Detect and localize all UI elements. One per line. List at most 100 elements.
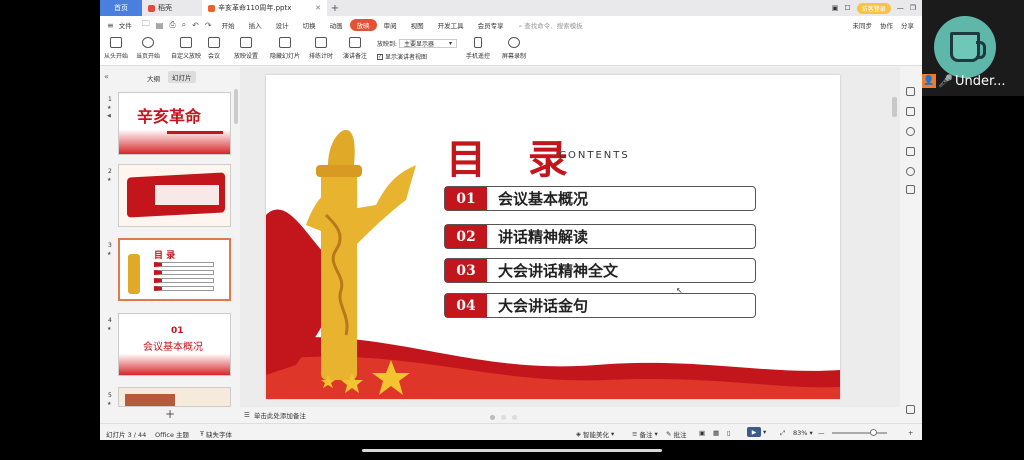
command-search[interactable]: ⌕ 查找命令、搜索模板 <box>519 20 583 31</box>
expand-pane-icon[interactable] <box>906 405 915 414</box>
thumb3-row <box>154 286 214 291</box>
sidebar-settings-icon[interactable] <box>906 185 915 194</box>
presenter-view-option[interactable]: ✓ 显示演讲者视图 <box>377 52 427 61</box>
canvas-scrollbar[interactable] <box>892 97 897 117</box>
comments-label: 批注 <box>673 431 687 439</box>
notes-icon <box>349 37 361 48</box>
undo-icon[interactable]: ↶ <box>189 21 202 30</box>
menu-transition[interactable]: 切换 <box>296 20 323 30</box>
display-value: 主要显示器 <box>404 41 435 48</box>
menu-file[interactable]: 文件 <box>117 20 139 30</box>
speaker-notes-button[interactable]: 演讲备注 <box>343 37 367 60</box>
from-current-button[interactable]: 当页开始 <box>136 37 160 60</box>
copy-icon[interactable] <box>906 147 915 156</box>
notes-toggle-button[interactable]: ≡ 备注 ▾ <box>632 429 658 439</box>
sync-status[interactable]: 未同步 <box>853 20 873 30</box>
redo-icon[interactable]: ↷ <box>202 21 215 30</box>
missing-font-button[interactable]: Ŧ 缺失字体 <box>200 429 232 439</box>
sorter-view-icon[interactable]: ▦ <box>713 429 719 437</box>
smart-beautify-button[interactable]: ◈ 智能美化 ▾ <box>576 429 614 439</box>
share-button[interactable]: 分享 <box>901 20 914 30</box>
tab-home[interactable]: 首页 <box>100 0 142 16</box>
page-dot <box>490 415 495 420</box>
chevron-down-icon: ▾ <box>654 430 658 438</box>
thumb3-pillar <box>128 254 140 294</box>
menu-start[interactable]: 开始 <box>215 20 242 30</box>
thumbnail-scrollbar[interactable] <box>234 89 238 124</box>
notification-icon[interactable]: ☐ <box>844 4 850 12</box>
help-icon[interactable] <box>906 167 915 176</box>
design-icon[interactable] <box>906 87 915 96</box>
add-slide-button[interactable]: + <box>165 407 175 421</box>
slide-thumbnail-3-selected[interactable]: 目 录 <box>118 238 231 301</box>
from-current-label: 当页开始 <box>136 53 161 60</box>
login-button[interactable]: 访客登录 <box>856 2 891 14</box>
menu-developer[interactable]: 开发工具 <box>431 20 471 30</box>
menu-insert[interactable]: 插入 <box>242 20 269 30</box>
rehearse-timing-button[interactable]: 排练计时 <box>309 37 333 60</box>
collapse-pane-icon[interactable]: « <box>104 72 109 81</box>
tab-outline[interactable]: 大纲 <box>147 73 160 83</box>
meeting-button[interactable]: 会议 <box>208 37 220 60</box>
tab-document[interactable]: 辛亥革命110周年.pptx ✕ <box>202 0 327 16</box>
save-icon[interactable]: ▤ <box>153 21 167 30</box>
zoom-knob[interactable] <box>870 429 877 436</box>
workspace-icon[interactable]: ▣ <box>832 4 839 12</box>
toc-text: 会议基本概况 <box>498 190 589 208</box>
menu-review[interactable]: 审阅 <box>377 20 404 30</box>
reading-view-icon[interactable]: ▯ <box>727 429 731 437</box>
tab-daoke[interactable]: 稻壳 <box>142 0 202 16</box>
display-select[interactable]: 主要显示器 ▾ <box>399 39 458 48</box>
restore-icon[interactable]: ❐ <box>910 4 916 12</box>
normal-view-icon[interactable]: ▣ <box>699 429 705 437</box>
animation-pin-icon[interactable] <box>906 127 915 136</box>
theme-name[interactable]: Office 主题 <box>155 429 189 439</box>
preview-icon[interactable]: ⌕ <box>179 20 189 30</box>
menu-design[interactable]: 设计 <box>269 20 296 30</box>
menu-member[interactable]: 会员专享 <box>471 20 511 30</box>
zoom-value[interactable]: 83% ▾ <box>793 429 813 437</box>
current-slide[interactable]: 目 录 CONTENTS 01 会议基本概况 02 讲话精神解读 03 大会讲话… <box>266 75 840 399</box>
notes-icon: ≡ <box>632 430 638 438</box>
tab-slides[interactable]: 幻灯片 <box>168 71 196 83</box>
slide-thumbnail-1[interactable]: 辛亥革命 <box>118 92 231 155</box>
close-tab-icon[interactable]: ✕ <box>315 4 321 12</box>
menu-view[interactable]: 视图 <box>404 20 431 30</box>
slide-thumbnail-4[interactable]: 01 会议基本概况 <box>118 313 231 376</box>
from-beginning-button[interactable]: 从头开始 <box>104 37 128 60</box>
command-search-placeholder: 查找命令、搜索模板 <box>524 21 583 30</box>
slide-thumbnail-5[interactable] <box>118 387 231 407</box>
zoom-slider[interactable] <box>832 429 887 436</box>
hide-slide-button[interactable]: 隐藏幻灯片 <box>270 37 300 60</box>
screen-record-button[interactable]: 屏幕录制 <box>502 37 526 60</box>
thumb5-image <box>125 394 175 406</box>
notes-drag-icon[interactable]: ☰ <box>244 411 250 419</box>
video-meeting-tile[interactable]: 👤 🎤 Under... <box>922 0 1024 96</box>
play-slideshow-button[interactable]: ▶ ▾ <box>747 427 766 437</box>
rehearse-timing-label: 排练计时 <box>309 53 334 60</box>
zoom-out-icon[interactable]: — <box>818 429 825 437</box>
presenter-view-checkbox[interactable]: ✓ <box>377 53 383 60</box>
properties-icon[interactable] <box>906 107 915 116</box>
custom-show-button[interactable]: 自定义放映 <box>171 37 201 60</box>
slide-thumbnail-2[interactable] <box>118 164 231 227</box>
collaborate-button[interactable]: 协作 <box>880 20 893 30</box>
phone-remote-button[interactable]: 手机遥控 <box>466 37 490 60</box>
chevron-down-icon: ▾ <box>763 428 767 436</box>
new-tab-button[interactable]: + <box>327 3 343 14</box>
hamburger-icon[interactable]: ≡ <box>104 21 117 30</box>
print-icon[interactable]: ⎙ <box>166 20 178 30</box>
notes-bar[interactable]: ☰ 单击此处添加备注 <box>240 407 900 423</box>
screen-record-label: 屏幕录制 <box>502 53 527 60</box>
open-icon[interactable]: 🗀 <box>139 18 153 32</box>
toc-text: 大会讲话金句 <box>498 297 589 315</box>
menu-slideshow[interactable]: 放映 <box>349 19 377 31</box>
minimize-icon[interactable]: — <box>897 4 904 12</box>
menu-animation[interactable]: 动画 <box>323 20 350 30</box>
slideshow-settings-button[interactable]: 放映设置 <box>234 37 258 60</box>
comments-button[interactable]: ✎ 批注 <box>666 429 686 439</box>
home-indicator[interactable] <box>362 449 662 452</box>
missing-font-label: 缺失字体 <box>205 431 232 439</box>
fit-window-icon[interactable]: ⤢ <box>780 429 785 438</box>
zoom-in-icon[interactable]: + <box>908 429 913 437</box>
